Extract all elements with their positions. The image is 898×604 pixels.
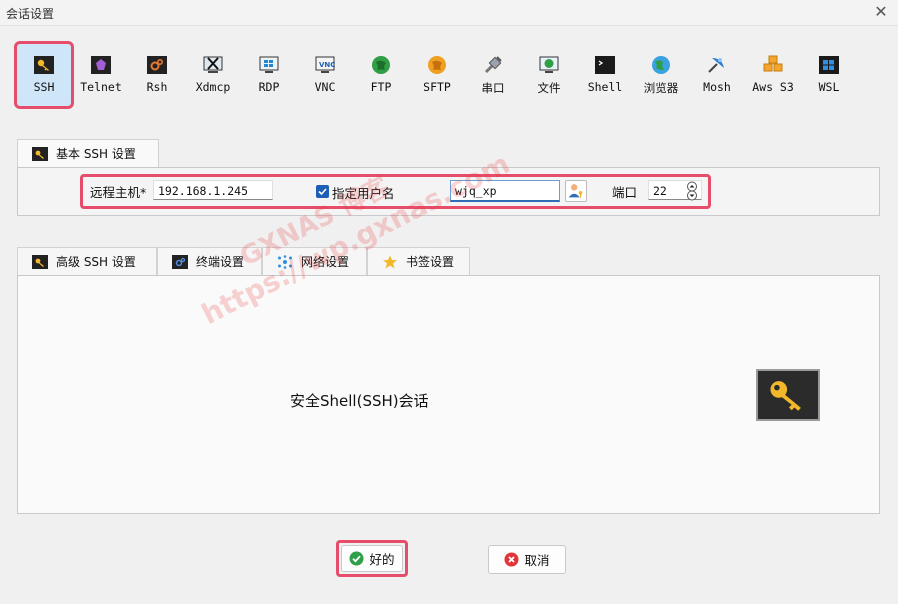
aws-s3-icon bbox=[763, 55, 783, 72]
window-title: 会话设置 bbox=[6, 7, 55, 21]
check-icon bbox=[318, 188, 327, 196]
session-type-label: 文件 bbox=[537, 81, 561, 95]
port-spinner[interactable] bbox=[684, 181, 700, 201]
session-type-mosh[interactable]: Mosh bbox=[690, 44, 744, 108]
cancel-circle-icon bbox=[504, 552, 519, 567]
session-type-label: Telnet bbox=[80, 80, 122, 94]
spinner-arrows-icon bbox=[687, 181, 697, 201]
session-type-label: Aws S3 bbox=[752, 80, 794, 94]
key-icon bbox=[770, 381, 801, 411]
tab-label: 基本 SSH 设置 bbox=[56, 147, 136, 161]
rdp-icon bbox=[259, 56, 279, 73]
ssh-key-badge bbox=[756, 369, 820, 421]
session-type-label: SSH bbox=[33, 80, 55, 94]
port-label: 端口 bbox=[612, 185, 638, 200]
session-type-label: Xdmcp bbox=[195, 80, 231, 94]
close-icon[interactable]: ✕ bbox=[872, 3, 890, 21]
shell-icon bbox=[595, 56, 615, 74]
tab-network-settings[interactable]: 网络设置 bbox=[262, 247, 367, 275]
tab-bookmark-settings[interactable]: 书签设置 bbox=[367, 247, 470, 275]
session-type-label: SFTP bbox=[423, 80, 451, 94]
star-icon bbox=[383, 255, 397, 268]
vnc-icon: VNC bbox=[315, 56, 335, 73]
check-circle-icon bbox=[349, 551, 364, 566]
session-type-file[interactable]: 文件 bbox=[522, 44, 576, 108]
session-type-serial[interactable]: 串口 bbox=[466, 44, 520, 108]
session-type-label: Mosh bbox=[703, 80, 731, 94]
telnet-icon bbox=[91, 56, 111, 74]
key-icon bbox=[34, 56, 54, 74]
session-description: 安全Shell(SSH)会话 bbox=[290, 392, 429, 410]
tab-label: 终端设置 bbox=[196, 255, 245, 269]
tab-basic-ssh-settings[interactable]: 基本 SSH 设置 bbox=[17, 139, 159, 167]
tab-advanced-ssh-settings[interactable]: 高级 SSH 设置 bbox=[17, 247, 157, 275]
session-type-wsl[interactable]: WSL bbox=[802, 44, 856, 108]
session-type-label: 串口 bbox=[481, 81, 505, 95]
terminal-icon bbox=[172, 254, 188, 269]
title-bar: 会话设置 ✕ bbox=[0, 0, 898, 26]
session-type-vnc[interactable]: VNC VNC bbox=[298, 44, 352, 108]
key-icon bbox=[32, 146, 48, 161]
tab-terminal-settings[interactable]: 终端设置 bbox=[157, 247, 262, 275]
ok-button-label: 好的 bbox=[369, 552, 395, 567]
sftp-icon bbox=[428, 56, 446, 74]
session-type-ssh[interactable]: SSH bbox=[14, 41, 74, 109]
session-type-shell[interactable]: Shell bbox=[578, 44, 632, 108]
key-icon bbox=[32, 254, 48, 269]
session-type-label: WSL bbox=[818, 80, 840, 94]
description-panel bbox=[17, 275, 880, 514]
session-type-label: 浏览器 bbox=[643, 81, 679, 95]
username-input[interactable]: wjq_xp bbox=[450, 180, 560, 202]
cancel-button-label: 取消 bbox=[524, 553, 550, 568]
user-icon bbox=[568, 184, 583, 198]
session-type-rsh[interactable]: Rsh bbox=[130, 44, 184, 108]
remote-host-label: 远程主机* bbox=[90, 185, 147, 200]
svg-text:VNC: VNC bbox=[319, 61, 335, 69]
session-type-aws-s3[interactable]: Aws S3 bbox=[746, 44, 800, 108]
session-type-toolbar: SSH Telnet Rsh Xdmcp RDP VNC VNC FTP SFT… bbox=[0, 26, 898, 116]
specify-username-checkbox[interactable] bbox=[316, 185, 329, 198]
session-type-xdmcp[interactable]: Xdmcp bbox=[186, 44, 240, 108]
user-manager-button[interactable] bbox=[565, 180, 587, 202]
network-icon bbox=[278, 254, 292, 269]
session-type-label: RDP bbox=[258, 80, 280, 94]
mosh-icon bbox=[708, 58, 724, 73]
tab-label: 高级 SSH 设置 bbox=[56, 255, 136, 269]
session-type-browser[interactable]: 浏览器 bbox=[634, 44, 688, 108]
rsh-icon bbox=[147, 56, 167, 74]
tab-label: 网络设置 bbox=[301, 255, 350, 269]
xdmcp-icon bbox=[203, 56, 223, 73]
session-type-label: Shell bbox=[587, 80, 623, 94]
session-type-rdp[interactable]: RDP bbox=[242, 44, 296, 108]
session-type-ftp[interactable]: FTP bbox=[354, 44, 408, 108]
session-type-label: Rsh bbox=[146, 80, 168, 94]
session-type-sftp[interactable]: SFTP bbox=[410, 44, 464, 108]
tab-label: 书签设置 bbox=[406, 255, 455, 269]
session-type-label: FTP bbox=[370, 80, 392, 94]
session-type-label: VNC bbox=[314, 80, 336, 94]
browser-icon bbox=[652, 56, 670, 74]
cancel-button[interactable]: 取消 bbox=[488, 545, 566, 574]
ok-button[interactable]: 好的 bbox=[341, 545, 403, 572]
wsl-icon bbox=[819, 56, 839, 74]
ftp-icon bbox=[372, 56, 390, 74]
file-icon bbox=[539, 56, 559, 73]
serial-icon bbox=[484, 56, 502, 74]
session-type-telnet[interactable]: Telnet bbox=[74, 44, 128, 108]
specify-username-label: 指定用户名 bbox=[332, 186, 395, 201]
remote-host-input[interactable]: 192.168.1.245 bbox=[153, 180, 273, 200]
